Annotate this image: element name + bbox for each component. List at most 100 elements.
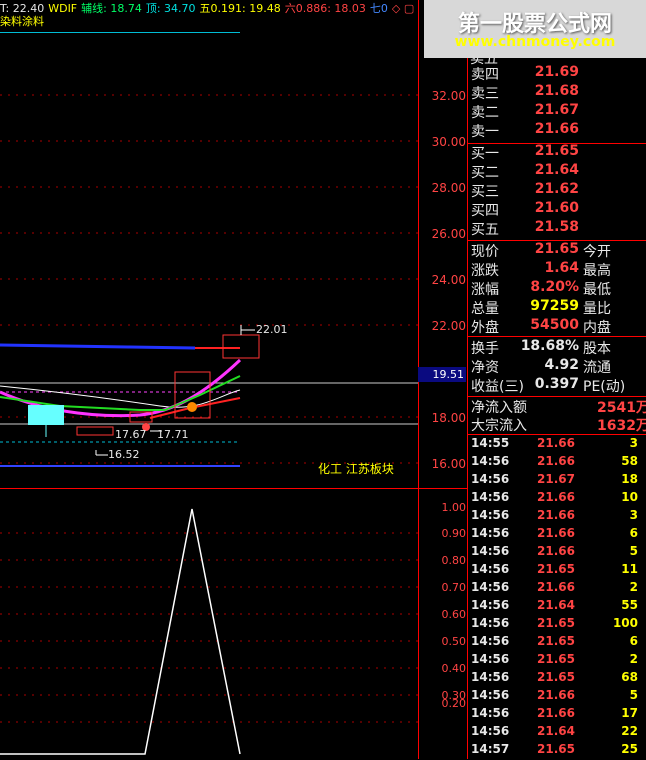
tick-price: 21.66 <box>537 706 575 720</box>
tick-volume: 11 <box>621 562 638 576</box>
tick-volume: 2 <box>629 652 638 666</box>
tick-row[interactable]: 14:56 21.65 2 <box>471 652 646 670</box>
high-price-label: 22.01 <box>256 323 288 336</box>
bid-row[interactable]: 买四 21.60 <box>471 200 579 219</box>
indicator-axis-tick: 0.90 <box>441 527 467 540</box>
tick-volume: 18 <box>621 472 638 486</box>
flow-row: 净流入额 2541万 <box>471 397 646 416</box>
bid-price: 21.64 <box>534 162 579 178</box>
indicator-axis-tick: 1.00 <box>441 501 467 514</box>
tick-row[interactable]: 14:55 21.66 3 <box>471 436 646 454</box>
tick-price: 21.66 <box>537 454 575 468</box>
stat-row: 涨幅 8.20% 最低 <box>471 279 646 298</box>
stat-label2: 内盘 <box>583 320 611 336</box>
stat2-value: 4.92 <box>544 357 579 373</box>
stat-label2: 今开 <box>583 244 611 260</box>
stat-row: 涨跌 1.64 最高 <box>471 260 646 279</box>
bid-price: 21.58 <box>534 219 579 235</box>
stat2-row: 净资 4.92 流通 <box>471 357 646 376</box>
tick-price: 21.66 <box>537 688 575 702</box>
stat-value: 97259 <box>530 298 579 314</box>
indicator-axis-tick: 0.60 <box>441 608 467 621</box>
stat2-value: 0.397 <box>534 376 579 392</box>
tick-time: 14:56 <box>471 526 510 540</box>
tick-row[interactable]: 14:56 21.66 6 <box>471 526 646 544</box>
tick-row[interactable]: 14:56 21.65 6 <box>471 634 646 652</box>
flow-row: 大宗流入 1632万 <box>471 415 646 434</box>
tick-row[interactable]: 14:56 21.66 2 <box>471 580 646 598</box>
tick-volume: 55 <box>621 598 638 612</box>
tick-time: 14:56 <box>471 652 510 666</box>
indicator-axis-tick: 0.50 <box>441 635 467 648</box>
bid-row[interactable]: 买三 21.62 <box>471 181 579 200</box>
tick-price: 21.66 <box>537 544 575 558</box>
tick-row[interactable]: 14:56 21.66 10 <box>471 490 646 508</box>
bid-row[interactable]: 买一 21.65 <box>471 143 579 162</box>
indicator-axis-tick: 0.70 <box>441 581 467 594</box>
indicator-axis-tick: 0.40 <box>441 662 467 675</box>
tick-row[interactable]: 14:56 21.65 68 <box>471 670 646 688</box>
price-axis-tick: 28.00 <box>431 181 466 195</box>
price-axis-tick: 30.00 <box>431 135 466 149</box>
stat-row: 现价 21.65 今开 <box>471 241 646 260</box>
tick-volume: 6 <box>629 634 638 648</box>
indicator-axis-tick: 0.80 <box>441 554 467 567</box>
ask-row[interactable]: 卖一 21.66 <box>471 121 579 140</box>
low-price-label: 16.52 <box>108 448 140 461</box>
ask-price: 21.68 <box>534 83 579 99</box>
tick-volume: 3 <box>629 508 638 522</box>
ask-row[interactable]: 卖二 21.67 <box>471 102 579 121</box>
flow-value: 2541万 <box>597 400 646 416</box>
price-axis-tick: 22.00 <box>431 319 466 333</box>
price-axis-tick: 16.00 <box>431 457 466 471</box>
tick-price: 21.66 <box>537 508 575 522</box>
ask-row[interactable]: 卖四 21.69 <box>471 64 579 83</box>
bid-row[interactable]: 买二 21.64 <box>471 162 579 181</box>
tick-time: 14:56 <box>471 724 510 738</box>
tick-row[interactable]: 14:56 21.66 5 <box>471 688 646 706</box>
flow-label: 净流入额 <box>471 400 527 416</box>
tick-price: 21.65 <box>537 634 575 648</box>
tick-time: 14:57 <box>471 742 510 756</box>
tick-time: 14:56 <box>471 490 510 504</box>
sector-label: 化工 江苏板块 <box>318 462 394 476</box>
tick-row[interactable]: 14:56 21.66 3 <box>471 508 646 526</box>
stat-value: 1.64 <box>544 260 579 276</box>
tick-row[interactable]: 14:57 21.65 25 <box>471 742 646 760</box>
flow-value: 1632万 <box>597 418 646 434</box>
indicator-chart <box>0 508 241 755</box>
stat2-row: 收益(三) 0.397 PE(动) <box>471 376 646 395</box>
stat-label2: 量比 <box>583 301 611 317</box>
tick-volume: 22 <box>621 724 638 738</box>
stat2-value: 18.68% <box>520 338 579 354</box>
ask-row[interactable]: 卖三 21.68 <box>471 83 579 102</box>
tick-time: 14:56 <box>471 688 510 702</box>
tick-row[interactable]: 14:56 21.66 17 <box>471 706 646 724</box>
tick-time: 14:56 <box>471 508 510 522</box>
ask-price: 21.69 <box>534 64 579 80</box>
tick-row[interactable]: 14:56 21.67 18 <box>471 472 646 490</box>
tick-price: 21.65 <box>537 742 575 756</box>
tick-row[interactable]: 14:56 21.66 5 <box>471 544 646 562</box>
tick-row[interactable]: 14:56 21.64 55 <box>471 598 646 616</box>
tick-row[interactable]: 14:56 21.66 58 <box>471 454 646 472</box>
price-axis-tick: 26.00 <box>431 227 466 241</box>
bid-row[interactable]: 买五 21.58 <box>471 219 579 238</box>
tick-volume: 10 <box>621 490 638 504</box>
tick-volume: 25 <box>621 742 638 756</box>
indicator-axis-tick: 0.20 <box>441 697 467 710</box>
price-axis-tick: 32.00 <box>431 89 466 103</box>
stat2-label2: PE(动) <box>583 379 626 395</box>
tick-volume: 2 <box>629 580 638 594</box>
tick-row[interactable]: 14:56 21.65 11 <box>471 562 646 580</box>
tick-price: 21.64 <box>537 724 575 738</box>
tick-volume: 5 <box>629 544 638 558</box>
stat-value: 21.65 <box>534 241 579 257</box>
tick-row[interactable]: 14:56 21.65 100 <box>471 616 646 634</box>
tick-volume: 5 <box>629 688 638 702</box>
tick-row[interactable]: 14:56 21.64 22 <box>471 724 646 742</box>
tick-price: 21.66 <box>537 436 575 450</box>
tick-price: 21.65 <box>537 652 575 666</box>
bid-price: 21.62 <box>534 181 579 197</box>
tick-price: 21.66 <box>537 526 575 540</box>
